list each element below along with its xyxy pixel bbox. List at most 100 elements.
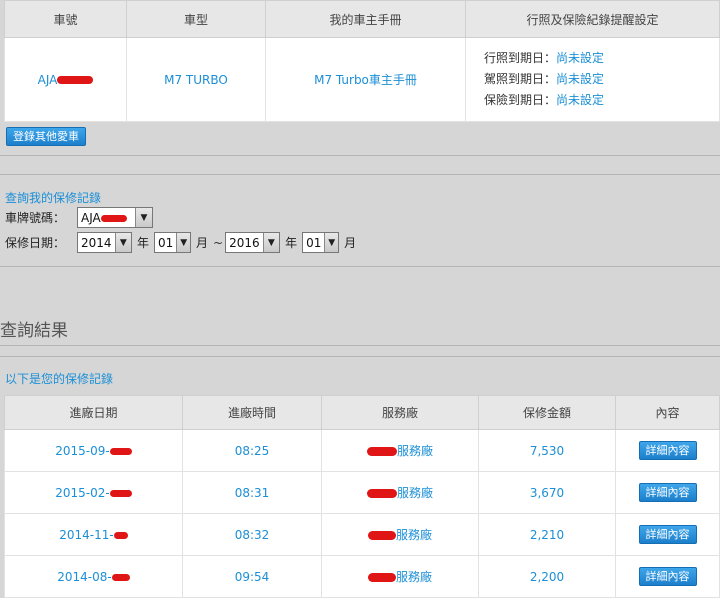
redaction-mark bbox=[113, 531, 128, 539]
from-month-select[interactable]: 01 ▼ bbox=[154, 232, 192, 253]
table-row: 2015-02- 08:31 服務廠 3,670 詳細內容 bbox=[4, 471, 720, 514]
header-time: 進廠時間 bbox=[182, 395, 322, 430]
month-unit: 月 bbox=[196, 236, 209, 250]
records-table-container: 進廠日期 進廠時間 服務廠 保修金額 內容 2015-09- 08:25 服務廠 7,… bbox=[4, 395, 720, 598]
detail-button[interactable]: 詳細內容 bbox=[638, 483, 697, 502]
record-shop-cell: 服務廠 bbox=[321, 471, 479, 514]
date-label: 保修日期： bbox=[5, 236, 66, 250]
vehicle-plate-cell: AJA bbox=[4, 37, 127, 122]
license-reminder: 行照到期日：尚未設定 bbox=[484, 51, 605, 65]
insurance-reminder-set-link[interactable]: 尚未設定 bbox=[556, 93, 604, 107]
detail-button[interactable]: 詳細內容 bbox=[638, 441, 697, 460]
records-header: 進廠日期 進廠時間 服務廠 保修金額 內容 bbox=[4, 395, 720, 430]
header-date: 進廠日期 bbox=[4, 395, 183, 430]
record-shop: 服務廠 bbox=[396, 444, 433, 458]
vehicle-plate-link[interactable]: AJA bbox=[38, 73, 58, 87]
reminder-cell: 行照到期日：尚未設定 駕照到期日：尚未設定 保險到期日：尚未設定 bbox=[465, 37, 720, 122]
record-amount: 2,200 bbox=[478, 555, 616, 598]
record-date-link[interactable]: 2015-02- bbox=[55, 486, 109, 500]
record-shop: 服務廠 bbox=[395, 570, 432, 584]
plate-label: 車牌號碼： bbox=[5, 211, 66, 225]
year-unit: 年 bbox=[285, 236, 298, 250]
to-month-select[interactable]: 01 ▼ bbox=[302, 232, 340, 253]
record-shop: 服務廠 bbox=[396, 486, 433, 500]
to-year-select[interactable]: 2016 ▼ bbox=[225, 232, 281, 253]
year-unit: 年 bbox=[137, 236, 150, 250]
header-reminder: 行照及保險紀錄提醒設定 bbox=[465, 0, 720, 38]
record-date-link[interactable]: 2014-08- bbox=[57, 570, 111, 584]
record-date-link[interactable]: 2014-11- bbox=[59, 528, 113, 542]
redaction-mark bbox=[100, 214, 127, 222]
vehicle-model-link[interactable]: M7 TURBO bbox=[126, 37, 266, 122]
header-amount: 保修金額 bbox=[478, 395, 616, 430]
driver-license-reminder: 駕照到期日：尚未設定 bbox=[484, 72, 605, 86]
register-other-car-button[interactable]: 登錄其他愛車 bbox=[6, 127, 86, 146]
divider bbox=[0, 356, 720, 357]
redaction-mark bbox=[109, 447, 132, 455]
table-row: 2014-11- 08:32 服務廠 2,210 詳細內容 bbox=[4, 513, 720, 556]
detail-button[interactable]: 詳細內容 bbox=[638, 567, 697, 586]
record-detail-cell: 詳細內容 bbox=[615, 555, 720, 598]
record-shop: 服務廠 bbox=[395, 528, 432, 542]
record-time: 08:25 bbox=[182, 429, 322, 472]
record-shop-cell: 服務廠 bbox=[321, 429, 479, 472]
record-shop-cell: 服務廠 bbox=[321, 513, 479, 556]
redaction-mark bbox=[366, 447, 397, 456]
divider bbox=[0, 266, 720, 267]
divider bbox=[0, 174, 720, 175]
redaction-mark bbox=[366, 489, 397, 498]
redaction-mark bbox=[367, 573, 396, 582]
records-table: 進廠日期 進廠時間 服務廠 保修金額 內容 2015-09- 08:25 服務廠 7,… bbox=[4, 395, 720, 598]
header-plate: 車號 bbox=[4, 0, 127, 38]
detail-button[interactable]: 詳細內容 bbox=[638, 525, 697, 544]
vehicle-table-header: 車號 車型 我的車主手冊 行照及保險紀錄提醒設定 bbox=[4, 0, 720, 38]
header-detail: 內容 bbox=[615, 395, 720, 430]
record-date-cell: 2014-11- bbox=[4, 513, 183, 556]
table-row: 2015-09- 08:25 服務廠 7,530 詳細內容 bbox=[4, 429, 720, 472]
plate-select[interactable]: AJA ▼ bbox=[77, 207, 153, 228]
record-amount: 2,210 bbox=[478, 513, 616, 556]
chevron-down-icon: ▼ bbox=[324, 233, 339, 252]
record-date-cell: 2015-02- bbox=[4, 471, 183, 514]
vehicle-row: AJA M7 TURBO M7 Turbo車主手冊 行照到期日：尚未設定 駕照到… bbox=[4, 37, 720, 122]
redaction-mark bbox=[367, 531, 396, 540]
record-detail-cell: 詳細內容 bbox=[615, 513, 720, 556]
license-reminder-set-link[interactable]: 尚未設定 bbox=[556, 51, 604, 65]
record-detail-cell: 詳細內容 bbox=[615, 429, 720, 472]
plate-row: 車牌號碼： AJA ▼ bbox=[5, 207, 153, 228]
record-time: 08:31 bbox=[182, 471, 322, 514]
records-title: 以下是您的保修記錄 bbox=[5, 372, 114, 386]
redaction-mark bbox=[111, 573, 130, 581]
search-title: 查詢我的保修記錄 bbox=[5, 191, 102, 205]
header-manual: 我的車主手冊 bbox=[265, 0, 466, 38]
record-time: 09:54 bbox=[182, 555, 322, 598]
driver-license-reminder-set-link[interactable]: 尚未設定 bbox=[556, 72, 604, 86]
record-shop-cell: 服務廠 bbox=[321, 555, 479, 598]
chevron-down-icon: ▼ bbox=[176, 233, 191, 252]
redaction-mark bbox=[109, 489, 132, 497]
date-row: 保修日期： 2014 ▼ 年 01 ▼ 月 ~ 2016 ▼ 年 01 ▼ 月 bbox=[5, 232, 361, 253]
record-date-cell: 2015-09- bbox=[4, 429, 183, 472]
header-model: 車型 bbox=[126, 0, 266, 38]
header-shop: 服務廠 bbox=[321, 395, 479, 430]
vehicle-table-container: 車號 車型 我的車主手冊 行照及保險紀錄提醒設定 AJA M7 TURBO M7… bbox=[4, 0, 720, 122]
chevron-down-icon: ▼ bbox=[262, 233, 280, 252]
vehicle-table: 車號 車型 我的車主手冊 行照及保險紀錄提醒設定 AJA M7 TURBO M7… bbox=[4, 0, 720, 122]
record-date-link[interactable]: 2015-09- bbox=[55, 444, 109, 458]
chevron-down-icon: ▼ bbox=[114, 233, 131, 252]
record-time: 08:32 bbox=[182, 513, 322, 556]
record-detail-cell: 詳細內容 bbox=[615, 471, 720, 514]
insurance-reminder: 保險到期日：尚未設定 bbox=[484, 93, 605, 107]
results-heading: 查詢結果 bbox=[0, 321, 68, 341]
divider bbox=[0, 155, 720, 156]
range-separator: ~ bbox=[213, 235, 224, 250]
month-unit: 月 bbox=[344, 236, 357, 250]
table-row: 2014-08- 09:54 服務廠 2,200 詳細內容 bbox=[4, 555, 720, 598]
record-amount: 3,670 bbox=[478, 471, 616, 514]
owner-manual-link[interactable]: M7 Turbo車主手冊 bbox=[265, 37, 466, 122]
record-date-cell: 2014-08- bbox=[4, 555, 183, 598]
from-year-select[interactable]: 2014 ▼ bbox=[77, 232, 132, 253]
record-amount: 7,530 bbox=[478, 429, 616, 472]
chevron-down-icon: ▼ bbox=[135, 208, 152, 227]
divider bbox=[0, 345, 720, 346]
